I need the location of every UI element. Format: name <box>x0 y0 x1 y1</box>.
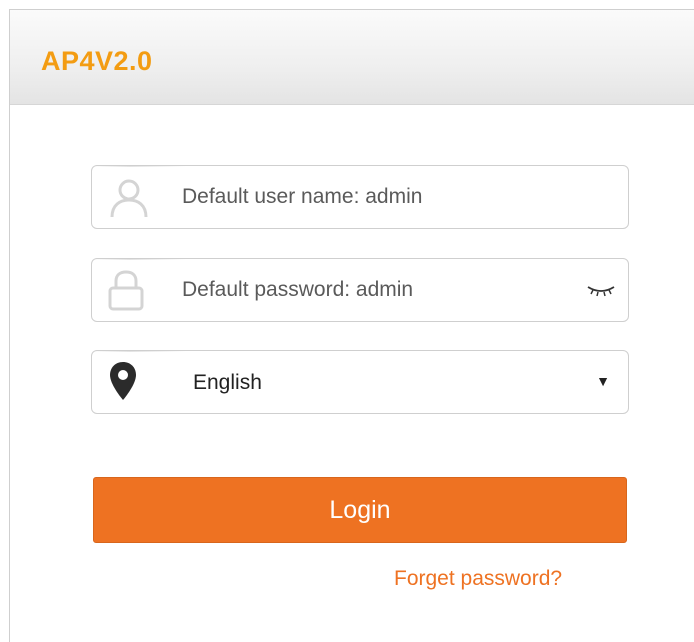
eye-closed-icon[interactable] <box>586 283 616 297</box>
header-bar: AP4V2.0 <box>10 10 694 105</box>
username-field[interactable] <box>91 165 629 229</box>
password-icon-box <box>92 259 186 321</box>
user-icon <box>110 179 148 218</box>
language-icon-box <box>92 351 186 413</box>
brand-title: AP4V2.0 <box>41 46 153 76</box>
login-button[interactable]: Login <box>93 477 627 543</box>
username-input[interactable] <box>182 166 562 228</box>
username-icon-box <box>92 166 186 228</box>
lock-icon <box>108 270 144 311</box>
chevron-down-icon: ▼ <box>596 373 610 389</box>
password-field[interactable] <box>91 258 629 322</box>
location-pin-icon <box>110 362 136 400</box>
forget-password-link[interactable]: Forget password? <box>394 567 562 591</box>
language-selected-value: English <box>193 371 262 394</box>
login-page: AP4V2.0 Default user name: admin English… <box>9 9 694 642</box>
language-select[interactable]: English ▼ <box>91 350 629 414</box>
password-input[interactable] <box>182 259 562 321</box>
